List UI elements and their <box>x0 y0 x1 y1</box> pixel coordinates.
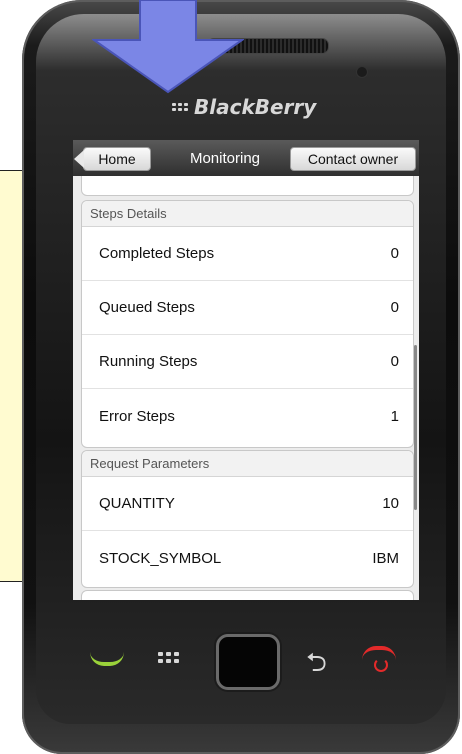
row-value: 1 <box>390 407 399 425</box>
row-label: Error Steps <box>99 407 175 425</box>
list-item[interactable]: Running Steps 0 <box>82 335 413 389</box>
next-section-card <box>81 590 414 600</box>
brand-logo: BlackBerry <box>172 92 332 122</box>
call-icon[interactable] <box>90 648 124 666</box>
back-icon[interactable]: ⮌ <box>306 644 327 688</box>
list-item[interactable]: Queued Steps 0 <box>82 281 413 335</box>
row-label: QUANTITY <box>99 495 175 512</box>
list-item[interactable]: QUANTITY 10 <box>82 477 413 531</box>
row-label: Queued Steps <box>99 299 195 316</box>
steps-details-card: Steps Details Completed Steps 0 Queued S… <box>81 200 414 448</box>
contact-owner-button[interactable]: Contact owner <box>290 147 416 171</box>
light-sensor <box>356 66 368 78</box>
row-label: STOCK_SYMBOL <box>99 549 222 567</box>
scroll-content[interactable]: Steps Details Completed Steps 0 Queued S… <box>73 176 419 600</box>
list-item[interactable]: STOCK_SYMBOL IBM <box>82 531 413 585</box>
list-item[interactable]: Completed Steps 0 <box>82 227 413 281</box>
brand-name: BlackBerry <box>194 95 317 119</box>
title-bar: Home Monitoring Contact owner <box>73 140 419 176</box>
request-parameters-card: Request Parameters QUANTITY 10 STOCK_SYM… <box>81 450 414 588</box>
section-header: Request Parameters <box>82 451 413 477</box>
menu-icon[interactable] <box>158 652 179 663</box>
down-arrow-icon <box>92 0 244 94</box>
page-title: Monitoring <box>189 150 261 167</box>
row-value: 0 <box>390 353 399 370</box>
hardware-keys: ⮌ <box>42 626 442 696</box>
row-label: Running Steps <box>99 353 198 370</box>
scrollbar[interactable] <box>414 345 417 510</box>
list-item[interactable]: Error Steps 1 <box>82 389 413 443</box>
section-header: Steps Details <box>82 201 413 227</box>
home-button[interactable]: Home <box>74 147 151 171</box>
row-value: IBM <box>372 549 399 567</box>
row-value: 0 <box>390 299 399 316</box>
previous-section-card <box>81 176 414 196</box>
trackpad[interactable] <box>216 634 280 690</box>
row-value: 0 <box>390 245 399 262</box>
blackberry-logo-icon <box>172 103 188 111</box>
phone-screen: Home Monitoring Contact owner Steps Deta… <box>73 140 419 600</box>
row-label: Completed Steps <box>99 245 215 262</box>
power-icon <box>374 658 388 672</box>
row-value: 10 <box>382 495 399 512</box>
